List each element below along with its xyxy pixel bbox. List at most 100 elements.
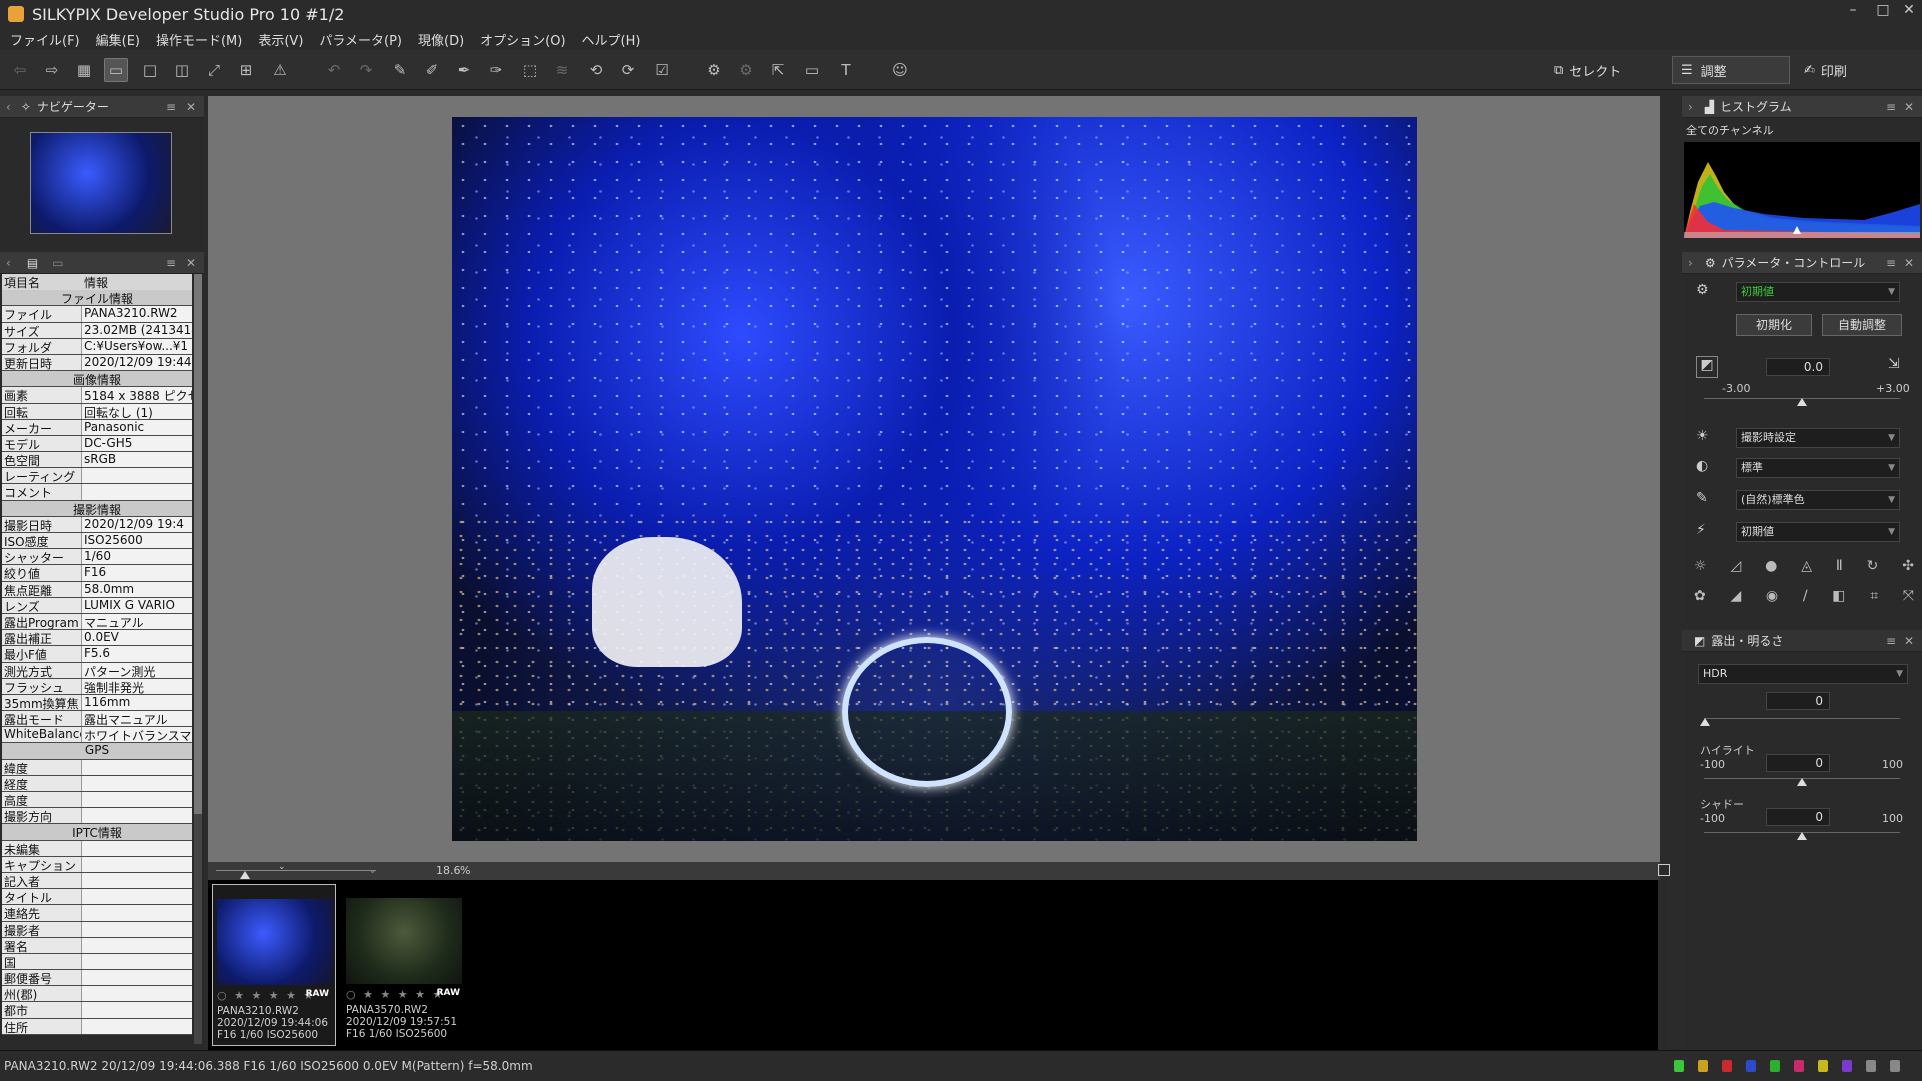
info-row[interactable]: モデル DC-GH5 [2,435,192,453]
info-row[interactable]: メーカー Panasonic [2,419,192,436]
info-value[interactable] [82,953,192,970]
status-purple-tag-icon[interactable] [1842,1060,1852,1072]
auto-exposure-icon[interactable]: ⇲ [1888,356,1906,374]
sharp-tool-icon[interactable]: Ⅱ [1836,558,1843,574]
panel-menu-icon[interactable]: ≡ [1886,256,1896,270]
zoom-dropdown-icon[interactable]: ⌄ [368,863,377,876]
prev-image-icon[interactable]: ⇦ [8,58,32,82]
info-row[interactable]: 35mm換算焦 116mm [2,694,192,712]
status-blue-tag-icon[interactable] [1746,1060,1756,1072]
menu-mode[interactable]: 操作モード(M) [156,30,242,49]
info-row[interactable]: フォルダ C:¥Users¥ow...¥1 [2,338,192,355]
info-value[interactable] [82,808,192,824]
info-value[interactable]: F5.6 [82,646,192,662]
exposure-value[interactable]: 0.0 [1766,358,1830,376]
info-row[interactable]: 撮影方向 [2,808,192,825]
info-row[interactable]: シャッター 1/60 [2,549,192,566]
film-item[interactable]: ○ ★ ★ ★ ★ ★ RAW PANA3570.RW2 2020/12/09 … [342,884,466,1046]
close-button[interactable]: ✕ [1894,2,1922,18]
hdr-value[interactable]: 0 [1766,692,1830,710]
gradient-tool-icon[interactable]: ◢ [1730,588,1741,604]
brush-copy-icon[interactable]: ✐ [420,58,444,82]
panel-menu-icon[interactable]: ≡ [1886,100,1896,114]
info-row[interactable]: レーティング [2,468,192,485]
film-thumbnail[interactable] [346,898,462,984]
info-row[interactable]: コメント [2,484,192,501]
info-row[interactable]: 郵便番号 [2,970,192,987]
sharpness-select[interactable]: 初期値 ▼ [1736,522,1900,542]
status-green-tag-icon[interactable] [1770,1060,1780,1072]
curve-tool-icon[interactable]: ◿ [1730,558,1741,574]
navigator-thumbnail[interactable] [30,132,172,234]
info-row[interactable]: ファイル PANA3210.RW2 [2,306,192,323]
filmstrip-view-icon[interactable]: ▭ [104,58,128,82]
preset-select[interactable]: 初期値 ▼ [1736,282,1900,302]
preview-area[interactable] [208,96,1660,862]
info-row[interactable]: 撮影日時 2020/12/09 19:4 [2,516,192,533]
develop-icon[interactable]: ⚙ [702,58,726,82]
info-row[interactable]: ISO感度 ISO25600 [2,533,192,550]
comment-tab-icon[interactable]: ▤ [27,256,38,270]
info-row[interactable]: タイトル [2,889,192,906]
status-check-icon[interactable] [1674,1060,1684,1072]
info-value[interactable] [82,792,192,808]
menu-file[interactable]: ファイル(F) [10,30,80,49]
collapse-icon[interactable]: › [1688,100,1693,114]
layer-tool-icon[interactable]: ◧ [1832,588,1845,604]
panel-close-icon[interactable]: ✕ [1904,634,1914,648]
warning-icon[interactable]: ⚠ [268,58,292,82]
zoom-slider-thumb[interactable] [239,871,250,879]
brush-icon[interactable]: ✎ [388,58,412,82]
info-value[interactable]: 0.0EV [82,630,192,646]
fit-icon[interactable] [1658,864,1670,876]
check-icon[interactable]: ☑ [650,58,674,82]
info-value[interactable]: 2020/12/09 19:4 [82,516,192,532]
preview-image[interactable] [452,117,1417,841]
shadow-value[interactable]: 0 [1766,808,1830,826]
sphere-tool-icon[interactable]: ● [1765,558,1777,574]
wb-select[interactable]: 撮影時設定 ▼ [1736,428,1900,448]
info-scroll-thumb[interactable] [194,274,202,814]
rating-stars[interactable]: ○ ★ ★ ★ ★ ★ [346,988,444,1001]
info-row[interactable]: 未編集 [2,840,192,857]
info-row[interactable]: 最小F値 F5.6 [2,646,192,663]
info-row[interactable]: 露出モード 露出マニュアル [2,711,192,728]
info-value[interactable]: PANA3210.RW2 [82,306,192,322]
adjust-mode-button[interactable]: ☰ 調整 [1672,56,1790,84]
select-mode-button[interactable]: ⧉ セレクト [1546,56,1629,84]
info-row[interactable]: 高度 [2,792,192,809]
info-value[interactable]: 58.0mm [82,581,192,597]
status-trash-icon[interactable] [1890,1060,1900,1072]
collapse-icon[interactable]: ‹ [6,256,11,270]
eye-tool-icon[interactable]: ◉ [1766,588,1778,604]
redo-icon[interactable]: ↷ [354,58,378,82]
panel-menu-icon[interactable]: ≡ [166,100,176,114]
color-select[interactable]: (自然)標準色 ▼ [1736,490,1900,510]
spot-tool-icon[interactable]: ✿ [1694,588,1706,604]
info-value[interactable]: LUMIX G VARIO [82,597,192,613]
info-row[interactable]: サイズ 23.02MB (2413414 [2,322,192,339]
info-value[interactable] [82,986,192,1002]
info-value[interactable]: 5184 x 3888 ピクセ [82,387,192,403]
rotate-left-icon[interactable]: ⟲ [584,58,608,82]
info-value[interactable] [82,905,192,921]
info-value[interactable] [82,775,192,791]
info-row[interactable]: 更新日時 2020/12/09 19:44: [2,354,192,372]
film-thumbnail[interactable] [217,899,333,985]
menu-options[interactable]: オプション(O) [480,30,565,49]
transform-icon[interactable]: ⬚ [518,58,542,82]
brightness-tool-icon[interactable]: ☼ [1694,558,1707,574]
info-scrollbar[interactable] [194,274,202,1044]
zoom-value[interactable]: 18.6 [436,864,461,877]
menu-view[interactable]: 表示(V) [258,30,303,49]
hdr-track[interactable] [1704,718,1900,719]
filmstrip-scrollbar[interactable] [1658,880,1668,1050]
highlight-value[interactable]: 0 [1766,754,1830,772]
rotate-right-icon[interactable]: ⟳ [616,58,640,82]
info-row[interactable]: 住所 [2,1018,192,1035]
status-yellow-tag-icon[interactable] [1818,1060,1828,1072]
next-image-icon[interactable]: ⇨ [40,58,64,82]
info-row[interactable]: 撮影者 [2,921,192,938]
grid-overlay-icon[interactable]: ⊞ [234,58,258,82]
info-value[interactable]: 2020/12/09 19:44: [82,354,192,371]
